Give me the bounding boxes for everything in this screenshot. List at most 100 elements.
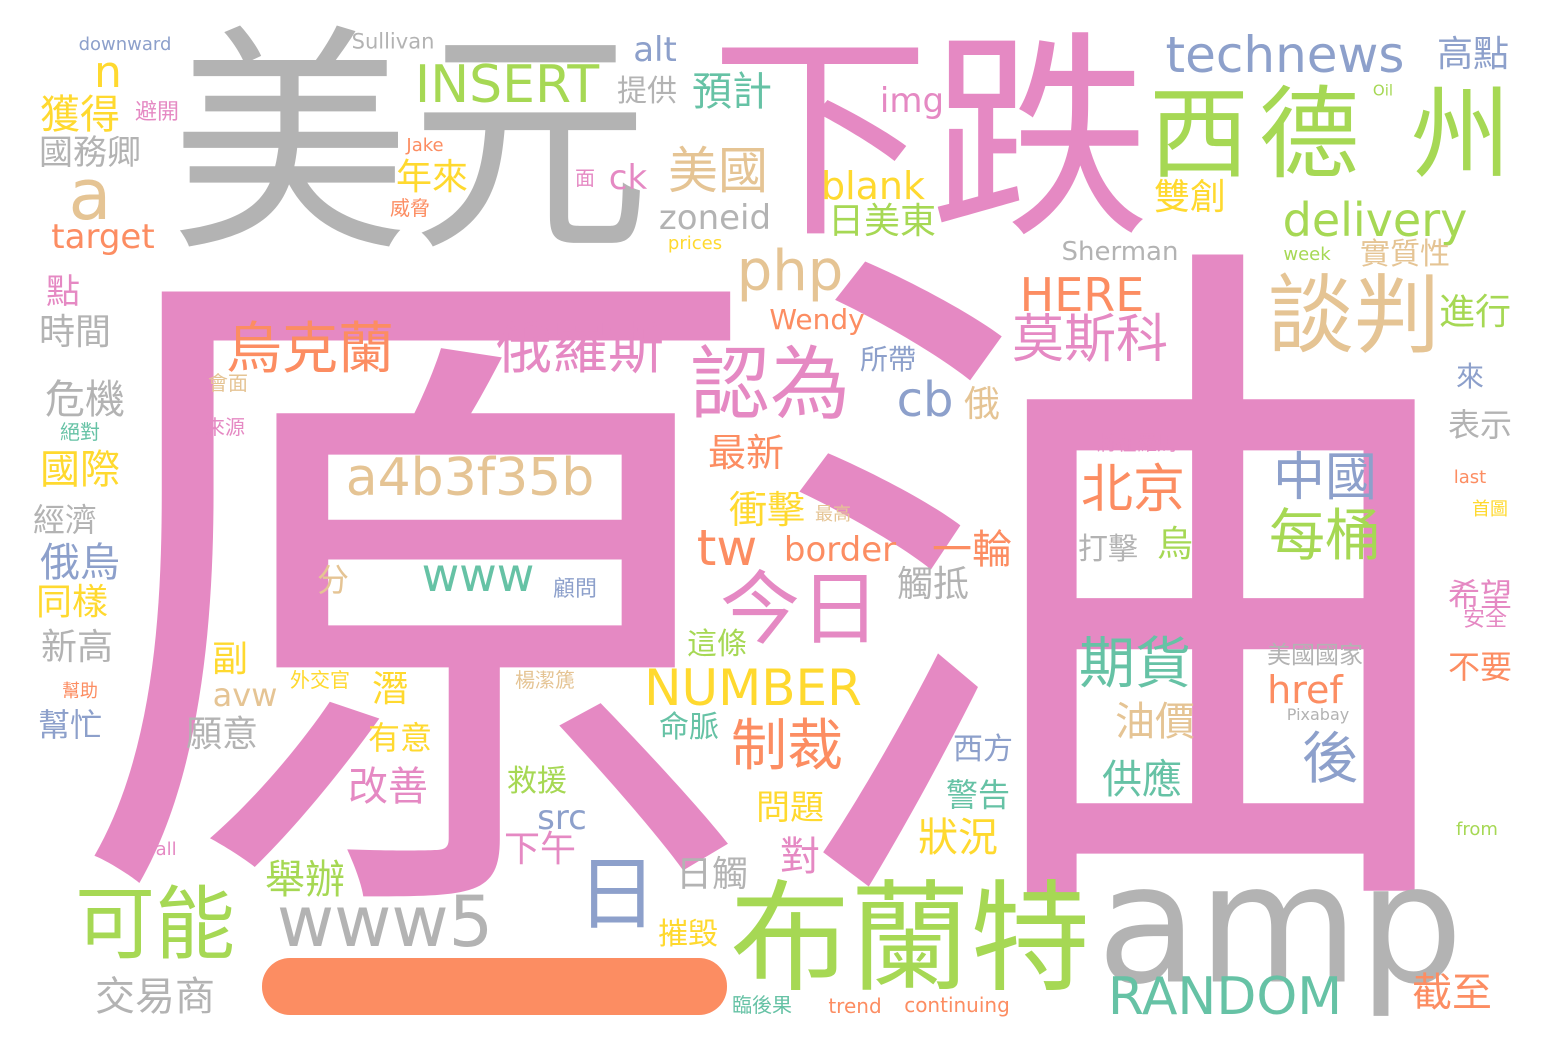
word-cloud-word: 最高: [815, 504, 851, 525]
word-cloud-word: 這條: [687, 627, 747, 662]
word-cloud-word: 美國: [668, 142, 768, 200]
word-cloud-word: 油價: [1115, 699, 1195, 745]
word-cloud-word: blank: [820, 164, 926, 208]
word-cloud-word: 絕對: [60, 420, 100, 444]
word-cloud-word: 幫助: [62, 681, 98, 702]
word-cloud-word: border: [783, 530, 897, 570]
word-cloud-word: 烏: [1156, 524, 1194, 565]
word-cloud-word: 表示: [1447, 406, 1513, 444]
word-cloud-word: 俄烏: [40, 540, 120, 586]
word-cloud-word: 日觸: [675, 854, 749, 895]
word-cloud-word: 北京: [1080, 460, 1186, 520]
word-cloud-word: 西德 州: [1149, 76, 1521, 193]
word-cloud-word: INSERT: [414, 55, 600, 115]
word-cloud-word: Sherman: [1061, 237, 1179, 267]
word-cloud-word: avw: [212, 676, 278, 714]
word-cloud-word: 一輪: [932, 527, 1012, 573]
word-cloud-word: 制裁: [731, 714, 843, 779]
word-cloud-word: RANDOM: [1107, 967, 1343, 1027]
word-cloud-word: php: [736, 239, 844, 304]
word-cloud-word: 供應: [1102, 757, 1182, 803]
word-cloud-word: Pixabay: [1286, 705, 1350, 724]
word-cloud-word: 高點: [1436, 34, 1510, 75]
word-cloud-word: 雙創: [1153, 177, 1227, 218]
word-cloud-word: 摧毀: [658, 917, 718, 952]
word-cloud-word: 幫忙: [37, 706, 103, 744]
word-cloud-word: 願意: [185, 714, 259, 755]
word-cloud-word: 命脈: [659, 710, 719, 745]
word-cloud-word: 危機: [45, 377, 125, 423]
word-cloud-word: 面: [575, 166, 595, 190]
word-cloud-word: www: [421, 548, 535, 602]
word-cloud-word: 烏克蘭: [226, 317, 394, 382]
word-cloud-word: 日: [577, 848, 657, 941]
word-cloud-word: 認為: [690, 338, 850, 431]
word-cloud-word: n: [94, 47, 122, 98]
word-cloud-word: 楊潔篪: [515, 668, 575, 692]
word-cloud-word: 俄: [963, 384, 1001, 425]
word-cloud-word: 最新: [707, 431, 785, 475]
word-cloud-word: 獲得: [40, 92, 120, 138]
word-cloud-word: last: [1453, 467, 1487, 488]
word-cloud-word: 改善: [348, 764, 428, 810]
word-cloud-word: 首圖: [1472, 499, 1508, 520]
word-cloud-word: cb: [896, 372, 954, 428]
word-cloud-word: 每桶: [1269, 504, 1381, 569]
word-cloud-word: 所帶: [859, 343, 917, 376]
word-cloud-word: 莫斯科: [1011, 310, 1169, 370]
word-cloud-word: fall: [149, 839, 177, 860]
word-cloud-word: 問題: [756, 788, 824, 828]
word-cloud-word: 經濟: [32, 501, 98, 539]
word-cloud-word: 警告: [945, 776, 1011, 814]
word-cloud-word: 安全: [1462, 607, 1508, 632]
word-cloud-word: 將在羅馬: [1097, 431, 1177, 455]
word-cloud-word: 下午: [503, 829, 577, 870]
word-cloud-word: 不要: [1447, 648, 1513, 686]
word-cloud-word: alt: [633, 30, 677, 70]
word-cloud-word: www5: [276, 881, 494, 963]
word-cloud-word: technews: [1165, 26, 1405, 84]
word-cloud-word: 進行: [1438, 292, 1512, 333]
word-cloud-word: 打擊: [1078, 532, 1138, 567]
word-cloud-word: 狀況: [918, 815, 998, 861]
word-cloud-word: 實質性: [1360, 237, 1450, 272]
word-cloud-word: 避開: [134, 100, 180, 125]
word-cloud-word: 預計: [692, 69, 772, 115]
word-cloud-word: 分: [316, 561, 350, 599]
word-cloud-word: 布蘭特: [730, 870, 1090, 1009]
word-cloud-word: 談判: [1268, 266, 1440, 366]
word-cloud-word: ck: [608, 158, 648, 198]
word-cloud-word: 美國國家: [1267, 641, 1363, 669]
word-cloud-word: 臨後果: [732, 993, 792, 1017]
word-cloud-word: downward: [78, 34, 172, 55]
word-cloud-word: 日美東: [827, 201, 937, 242]
word-cloud-word: 中國: [1272, 448, 1378, 508]
word-cloud-word: 會面: [208, 371, 248, 395]
word-cloud-word: 潛: [371, 669, 409, 710]
word-cloud-word: 同樣: [35, 582, 109, 623]
word-cloud-word: 時間: [38, 312, 112, 353]
word-cloud-word: 後: [1302, 727, 1358, 792]
word-cloud-word: img: [879, 81, 945, 121]
word-cloud-word: 截至: [1412, 970, 1492, 1016]
word-cloud-word: Wendy: [769, 303, 865, 336]
word-cloud-word: continuing: [904, 993, 1010, 1017]
word-cloud-word: 外交官: [290, 668, 350, 692]
word-cloud-word: from: [1456, 819, 1498, 840]
word-cloud-word: a4b3f35b: [345, 448, 595, 508]
word-cloud-word: 衝擊: [728, 488, 806, 532]
word-cloud-word: 提供: [617, 74, 677, 109]
word-cloud-word: 年來: [395, 157, 469, 198]
word-cloud-word: 國際: [40, 447, 120, 493]
word-cloud-word: 有意: [367, 719, 433, 757]
word-cloud-word: NUMBER: [644, 659, 862, 717]
word-cloud-word: 救援: [507, 764, 567, 799]
word-cloud-word: Jake: [406, 135, 444, 156]
word-cloud-word: prices: [667, 233, 723, 254]
word-cloud-word: Sullivan: [351, 29, 435, 54]
word-cloud-word: 對: [780, 834, 820, 880]
word-cloud-word: 期貨: [1079, 632, 1191, 697]
word-cloud-word: 威脅: [390, 196, 430, 220]
word-cloud-word: trend: [828, 994, 882, 1018]
word-cloud-word: zoneid: [658, 198, 772, 238]
